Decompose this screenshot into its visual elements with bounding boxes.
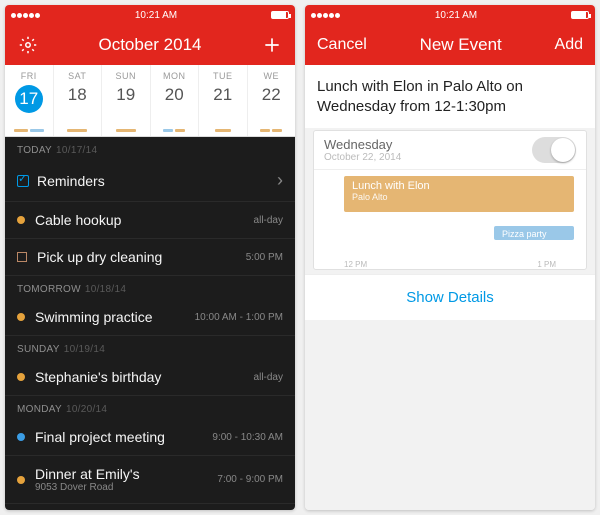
day-bars <box>252 129 292 132</box>
day-number: 17 <box>15 85 43 113</box>
event-title: Dinner at Emily's <box>35 466 217 482</box>
time-labels: 12 PM 1 PM <box>314 260 586 269</box>
day-bars <box>58 129 98 132</box>
day-bars <box>9 129 49 132</box>
todo-icon <box>17 252 27 262</box>
day-number: 18 <box>54 85 102 105</box>
color-dot-icon <box>17 216 25 224</box>
event-title: Swimming practice <box>35 309 195 325</box>
day-cell[interactable]: SAT 18 <box>54 65 103 136</box>
day-of-week: MON <box>151 71 199 81</box>
event-time: 9:00 - 10:30 AM <box>212 432 283 443</box>
color-dot-icon <box>17 373 25 381</box>
navbar: October 2014 <box>5 25 295 65</box>
new-event-screen: 10:21 AM Cancel New Event Add Lunch with… <box>305 5 595 510</box>
list-item[interactable]: Stephanie's birthdayall-day <box>5 359 295 396</box>
list-item[interactable]: Pick up dry cleaning5:00 PM <box>5 239 295 276</box>
day-cell[interactable]: FRI 17 <box>5 65 54 136</box>
new-event-body: Lunch with Elon in Palo Alto on Wednesda… <box>305 65 595 510</box>
event-time: 7:00 - 9:00 PM <box>217 474 283 485</box>
list-item[interactable]: Final project meeting9:00 - 10:30 AM <box>5 419 295 456</box>
day-number: 19 <box>102 85 150 105</box>
list-item[interactable]: Reminders› <box>5 160 295 202</box>
signal-dots-icon <box>11 10 41 21</box>
day-of-week: TUE <box>199 71 247 81</box>
section-header: SUNDAY10/19/14 <box>5 336 295 359</box>
day-number: 21 <box>199 85 247 105</box>
event-title: Reminders <box>37 173 277 189</box>
day-cell[interactable]: MON 20 <box>151 65 200 136</box>
event-time: 10:00 AM - 1:00 PM <box>195 312 283 323</box>
status-time: 10:21 AM <box>435 10 477 21</box>
calendar-screen: 10:21 AM October 2014 FRI 17 SAT 18 SUN … <box>5 5 295 510</box>
event-text-input[interactable]: Lunch with Elon in Palo Alto on Wednesda… <box>305 65 595 128</box>
event-preview-card: Wednesday October 22, 2014 Lunch with El… <box>313 130 587 270</box>
day-of-week: FRI <box>5 71 53 81</box>
list-item[interactable]: Cable hookupall-day <box>5 202 295 239</box>
timeline[interactable]: Lunch with Elon Palo Alto Pizza party 12… <box>314 169 586 269</box>
section-header: TOMORROW10/18/14 <box>5 276 295 299</box>
status-bar: 10:21 AM <box>5 5 295 25</box>
section-header: TODAY10/17/14 <box>5 137 295 160</box>
week-strip: FRI 17 SAT 18 SUN 19 MON 20 TUE 21 WE 22 <box>5 65 295 137</box>
day-cell[interactable]: WE 22 <box>248 65 296 136</box>
status-bar: 10:21 AM <box>305 5 595 25</box>
list-item[interactable]: Swimming practice10:00 AM - 1:00 PM <box>5 299 295 336</box>
day-bars <box>155 129 195 132</box>
navbar-title: New Event <box>420 35 502 55</box>
event-list[interactable]: TODAY10/17/14Reminders›Cable hookupall-d… <box>5 137 295 510</box>
day-of-week: SAT <box>54 71 102 81</box>
event-block-other[interactable]: Pizza party <box>494 226 574 240</box>
card-day: Wednesday <box>324 137 401 152</box>
day-cell[interactable]: SUN 19 <box>102 65 151 136</box>
add-event-icon[interactable] <box>261 34 283 56</box>
day-bars <box>203 129 243 132</box>
checkbox-icon <box>17 175 29 187</box>
section-header: MONDAY10/20/14 <box>5 396 295 419</box>
event-title: Pick up dry cleaning <box>37 249 246 265</box>
card-header: Wednesday October 22, 2014 <box>314 131 586 169</box>
event-time: 5:00 PM <box>246 252 283 263</box>
settings-icon[interactable] <box>17 34 39 56</box>
event-title: Final project meeting <box>35 429 212 445</box>
event-block-sub: Palo Alto <box>352 192 566 202</box>
day-number: 22 <box>248 85 296 105</box>
event-block-title: Lunch with Elon <box>352 180 566 192</box>
color-dot-icon <box>17 476 25 484</box>
add-button[interactable]: Add <box>555 36 583 54</box>
battery-icon <box>571 11 589 19</box>
navbar: Cancel New Event Add <box>305 25 595 65</box>
event-time: all-day <box>254 215 283 226</box>
section-header: TUESDAY10/21/14 <box>5 504 295 510</box>
card-date-sub: October 22, 2014 <box>324 152 401 163</box>
day-cell[interactable]: TUE 21 <box>199 65 248 136</box>
status-time: 10:21 AM <box>135 10 177 21</box>
cancel-button[interactable]: Cancel <box>317 36 367 54</box>
status-right <box>271 11 289 19</box>
day-number: 20 <box>151 85 199 105</box>
color-dot-icon <box>17 433 25 441</box>
show-details-button[interactable]: Show Details <box>305 274 595 320</box>
event-title: Cable hookup <box>35 212 254 228</box>
day-of-week: WE <box>248 71 296 81</box>
chevron-right-icon: › <box>277 170 283 191</box>
day-of-week: SUN <box>102 71 150 81</box>
event-title: Stephanie's birthday <box>35 369 254 385</box>
event-time: all-day <box>254 372 283 383</box>
allday-toggle[interactable] <box>532 137 576 163</box>
color-dot-icon <box>17 313 25 321</box>
event-block-main[interactable]: Lunch with Elon Palo Alto <box>344 176 574 212</box>
signal-dots-icon <box>311 10 341 21</box>
status-right <box>571 11 589 19</box>
list-item[interactable]: Dinner at Emily's9053 Dover Road7:00 - 9… <box>5 456 295 504</box>
day-bars <box>106 129 146 132</box>
navbar-title[interactable]: October 2014 <box>98 35 201 55</box>
event-sub: 9053 Dover Road <box>35 482 217 493</box>
battery-icon <box>271 11 289 19</box>
